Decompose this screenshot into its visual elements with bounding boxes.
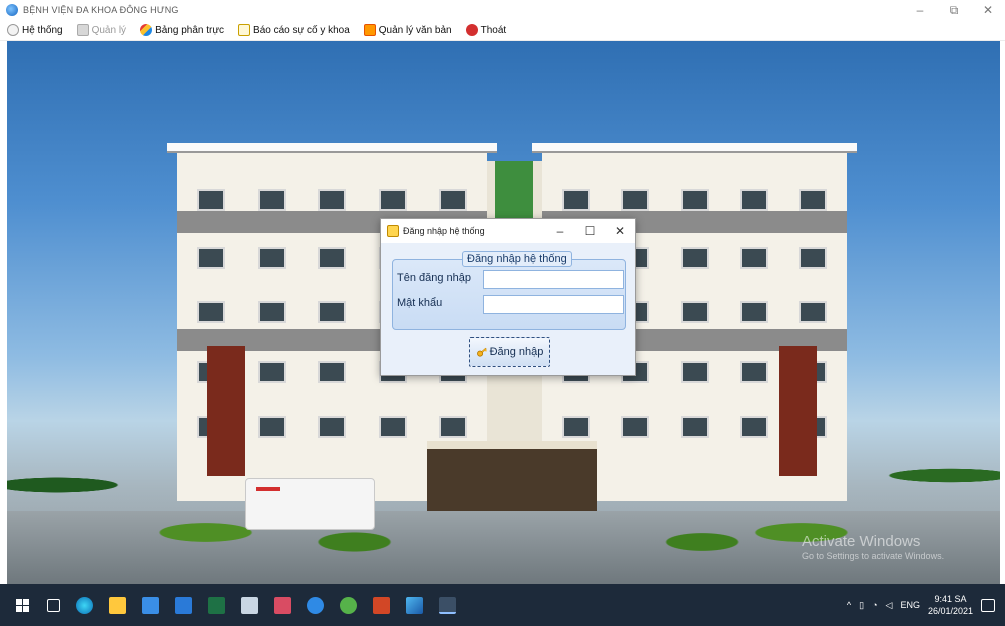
wifi-icon[interactable]: ◔ [872,600,877,610]
dialog-maximize-button[interactable]: ☐ [575,219,605,243]
dialog-title: Đăng nhập hệ thống [403,226,485,236]
notification-icon[interactable] [981,598,995,612]
window-title: BỆNH VIỆN ĐA KHOA ĐÔNG HƯNG [23,5,179,15]
menu-item-exit[interactable]: Thoát [464,21,509,39]
menu-item-documents[interactable]: Quản lý văn bản [362,21,454,39]
report-icon [238,24,251,36]
menu-item-label: Bảng phân trực [155,24,225,36]
menu-item-label: Hệ thống [22,24,63,36]
menu-item-label: Báo cáo sự cố y khoa [253,24,350,36]
login-dialog: Đăng nhập hệ thống – ☐ ✕ Đăng nhập hệ th… [380,218,636,376]
login-button-label: Đăng nhập [489,346,544,358]
dialog-close-button[interactable]: ✕ [605,219,635,243]
login-groupbox: Đăng nhập hệ thống Tên đăng nhập Mật khẩ… [392,251,626,330]
activate-windows-watermark: Activate Windows Go to Settings to activ… [802,533,944,561]
menu-item-duty-roster[interactable]: Bảng phân trực [138,21,226,39]
mail-icon[interactable] [175,596,192,614]
dialog-body: Đăng nhập hệ thống Tên đăng nhập Mật khẩ… [381,243,635,375]
login-icon [387,225,399,237]
app-logo-icon [6,4,18,16]
close-button[interactable]: ✕ [971,0,1005,20]
window-row [197,189,467,211]
powerpoint-icon[interactable] [373,596,390,614]
password-field[interactable] [483,295,624,314]
roof [532,143,857,153]
window-row [562,189,827,211]
green-app-icon[interactable] [340,596,357,614]
dialog-controls: – ☐ ✕ [545,219,635,243]
menu-item-label: Thoát [480,24,507,36]
manage-icon [76,24,89,36]
menu-item-manage[interactable]: Quản lý [75,21,128,39]
restore-button[interactable]: ⧉ [937,0,971,20]
ambulance [245,478,375,530]
username-label: Tên đăng nhập [397,272,472,284]
store-icon[interactable] [142,596,159,614]
watermark-title: Activate Windows [802,533,921,550]
system-icon [7,24,19,36]
file-explorer-icon[interactable] [109,596,126,614]
system-tray: ^ ▯ ◔ ◁ ENG 9:41 SA 26/01/2021 [843,584,1005,626]
minimize-button[interactable]: – [903,0,937,20]
clock[interactable]: 9:41 SA 26/01/2021 [928,593,973,617]
paint-icon[interactable] [241,596,258,614]
dialog-minimize-button[interactable]: – [545,219,575,243]
password-label: Mật khẩu [397,297,443,309]
group-title: Đăng nhập hệ thống [462,251,572,267]
dialog-titlebar: Đăng nhập hệ thống – ☐ ✕ [381,219,635,243]
duty-roster-icon [140,24,153,36]
photos-icon[interactable] [406,596,423,614]
clock-date: 26/01/2021 [927,606,973,616]
document-icon [363,24,376,36]
tray-chevron-icon[interactable]: ^ [847,600,851,610]
taskbar: ^ ▯ ◔ ◁ ENG 9:41 SA 26/01/2021 [0,584,1005,626]
login-button[interactable]: Đăng nhập [469,337,550,367]
battery-icon[interactable]: ▯ [859,600,864,611]
watermark-subtitle: Go to Settings to activate Windows. [802,551,945,561]
menu-item-label: Quản lý [91,24,127,36]
menu-item-label: Quản lý văn bản [378,24,452,36]
volume-icon[interactable]: ◁ [886,600,893,611]
network-app-icon[interactable] [274,596,291,614]
clock-time: 9:41 SA [934,594,967,604]
task-view-icon[interactable] [47,598,60,612]
key-icon [476,347,487,357]
edge-icon[interactable] [76,596,93,614]
menu-item-system[interactable]: Hệ thống [5,21,65,39]
username-field[interactable] [483,270,624,289]
window-titlebar: BỆNH VIỆN ĐA KHOA ĐÔNG HƯNG – ⧉ ✕ [0,0,1005,20]
running-app-icon[interactable] [439,596,456,614]
exit-icon [465,24,478,36]
zalo-icon[interactable] [307,596,324,614]
menu-item-incident-report[interactable]: Báo cáo sự cố y khoa [236,21,352,39]
language-indicator[interactable]: ENG [900,600,920,610]
excel-icon[interactable] [208,596,225,614]
menu-bar: Hệ thống Quản lý Bảng phân trực Báo cáo … [0,20,1005,41]
roof [167,143,497,153]
start-icon[interactable] [14,597,31,614]
window-controls: – ⧉ ✕ [903,0,1005,20]
